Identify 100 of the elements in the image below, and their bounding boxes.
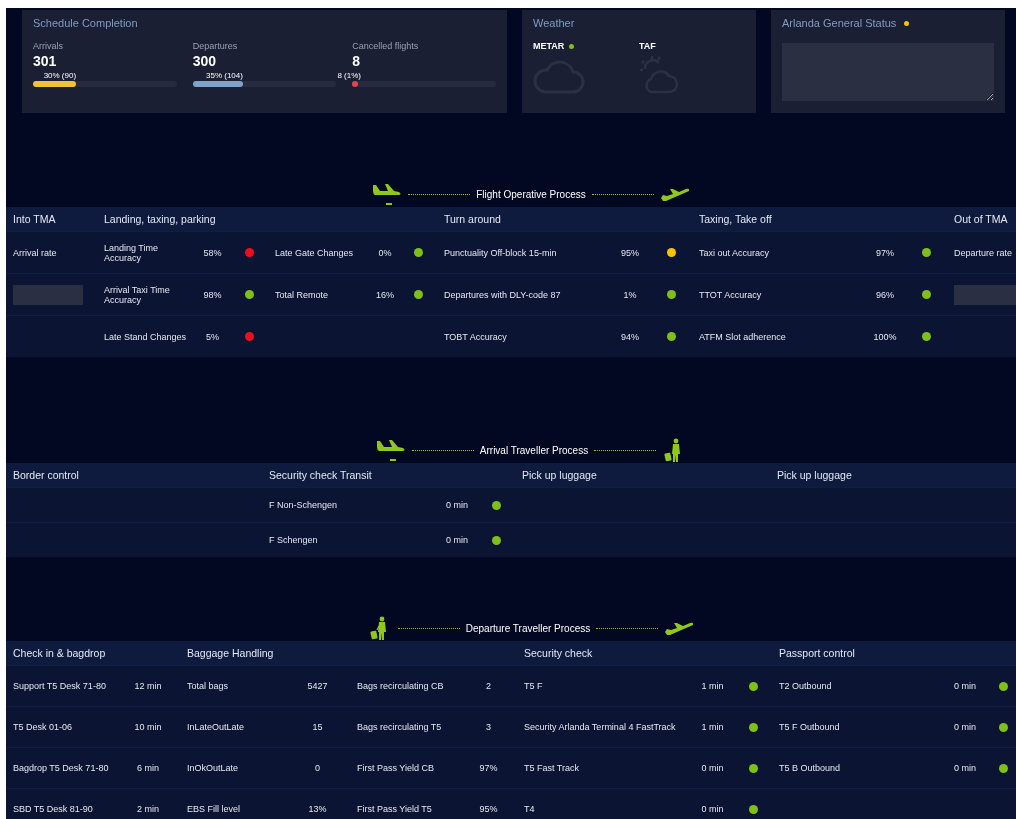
metric-label: Late Stand Changes — [104, 331, 187, 342]
metric-label: Landing Time Accuracy — [104, 242, 160, 263]
card-title: Arlanda General Status — [782, 17, 897, 29]
metric-label: Departure rate — [954, 247, 1013, 258]
metric-value: 2 — [486, 681, 491, 691]
metric-value: 0 min — [701, 804, 724, 814]
column-header: Taxing, Take off — [698, 213, 773, 225]
metric-label: Bags recirculating CB — [357, 681, 444, 691]
metric-value: 0% — [378, 247, 392, 258]
metric-value: 10 min — [134, 722, 162, 732]
metric-label: EBS Fill level — [187, 804, 240, 814]
metric-label: F Non-Schengen — [269, 500, 338, 510]
metric-value: 0 — [315, 763, 320, 773]
column-header: Passport control — [778, 647, 856, 659]
metric-value: 0 min — [446, 535, 468, 545]
metric-value: 15 — [312, 722, 323, 732]
metric-value: 94% — [621, 331, 639, 342]
stat-count: 8 — [352, 53, 362, 69]
metric-label: F Schengen — [269, 535, 318, 545]
stat-label: Departures — [192, 41, 239, 51]
metric-label: Total Remote — [275, 289, 329, 300]
section-title: Flight Operative Process — [476, 188, 586, 200]
column-header: Out of TMA — [953, 213, 1009, 225]
metric-value: 5427 — [307, 681, 328, 691]
metric-label: Arrival Taxi Time Accuracy — [104, 284, 171, 305]
metric-label: Arrival rate — [13, 247, 57, 258]
plane-icon — [659, 186, 690, 202]
metric-value: 58% — [203, 247, 222, 258]
metric-value: 0 min — [954, 722, 976, 732]
section-title: Arrival Traveller Process — [479, 444, 589, 456]
metric-label: T5 Desk 01-06 — [13, 722, 73, 732]
metric-label: T5 B Outbound — [779, 763, 841, 773]
metric-value: 96% — [876, 289, 894, 300]
column-header: Border control — [12, 469, 80, 481]
metric-label: InLateOutLate — [187, 722, 245, 732]
plane-icon — [372, 183, 403, 205]
weather-label: TAF — [639, 41, 656, 51]
card-title: Weather — [533, 17, 576, 29]
metric-label: TOBT Accuracy — [444, 331, 507, 342]
metric-value: 1 min — [701, 722, 724, 732]
stat-label: Arrivals — [33, 41, 64, 51]
metric-value: 1% — [623, 289, 637, 300]
section-title: Departure Traveller Process — [465, 622, 591, 634]
metric-label: Punctuality Off-block 15-min — [444, 247, 557, 258]
column-header: Landing, taxing, parking — [103, 213, 217, 225]
metric-label: T5 F Outbound — [779, 722, 840, 732]
progress-label: 30% (90) — [43, 71, 77, 80]
weather-label: METAR — [533, 41, 565, 51]
metric-value: 95% — [479, 804, 498, 814]
metric-value: 3 — [486, 722, 491, 732]
column-header: Check in & bagdrop — [12, 647, 107, 659]
plane-icon — [375, 439, 406, 461]
column-header: Into TMA — [12, 213, 57, 225]
metric-value: 0 min — [954, 681, 976, 691]
metric-label: Bagdrop T5 Desk 71-80 — [13, 763, 109, 773]
metric-value: 0 min — [954, 763, 976, 773]
metric-label: SBD T5 Desk 81-90 — [13, 804, 93, 814]
metric-value: 97% — [876, 247, 894, 258]
stat-count: 300 — [192, 53, 217, 69]
metric-value: 97% — [479, 763, 498, 773]
metric-value: 2 min — [137, 804, 159, 814]
stat-count: 301 — [33, 53, 58, 69]
progress-label: 35% (104) — [206, 71, 243, 80]
metric-value: 5% — [206, 331, 219, 342]
metric-value: 100% — [873, 331, 897, 342]
metric-label: TTOT Accuracy — [699, 289, 762, 300]
metric-label: T5 Fast Track — [524, 763, 579, 773]
card-title: Schedule Completion — [33, 17, 139, 29]
column-header: Security check — [523, 647, 594, 659]
metric-value: 13% — [308, 804, 327, 814]
metric-value: 95% — [621, 247, 639, 258]
metric-label: Support T5 Desk 71-80 — [13, 681, 106, 691]
metric-value: 1 min — [701, 681, 724, 691]
metric-value: 16% — [376, 289, 394, 300]
empty-field — [13, 284, 83, 305]
metric-value: 12 min — [134, 681, 162, 691]
metric-value: 98% — [203, 289, 222, 300]
status-textarea[interactable] — [782, 43, 994, 101]
metric-label: Departures with DLY-code 87 — [444, 289, 561, 300]
metric-label: InOkOutLate — [187, 763, 239, 773]
progress-label: 8 (1%) — [337, 71, 361, 80]
column-header: Pick up luggage — [776, 469, 853, 481]
metric-label: First Pass Yield CB — [357, 763, 435, 773]
metric-label: Late Gate Changes — [275, 247, 354, 258]
column-header: Baggage Handling — [186, 647, 275, 659]
metric-value: 0 min — [701, 763, 724, 773]
metric-label: ATFM Slot adherence — [699, 331, 786, 342]
empty-field — [954, 284, 1016, 305]
stat-label: Cancelled flights — [352, 41, 420, 51]
column-header: Security check Transit — [268, 469, 373, 481]
metric-value: 0 min — [446, 500, 468, 510]
metric-label: T5 F — [524, 681, 543, 691]
metric-value: 6 min — [137, 763, 159, 773]
column-header: Turn around — [443, 213, 502, 225]
column-header: Pick up luggage — [521, 469, 598, 481]
metric-label: Total bags — [187, 681, 229, 691]
metric-label: Bags recirculating T5 — [357, 722, 442, 732]
metric-label: Taxi out Accuracy — [699, 247, 770, 258]
metric-label: First Pass Yield T5 — [357, 804, 432, 814]
metric-label: T2 Outbound — [779, 681, 832, 691]
